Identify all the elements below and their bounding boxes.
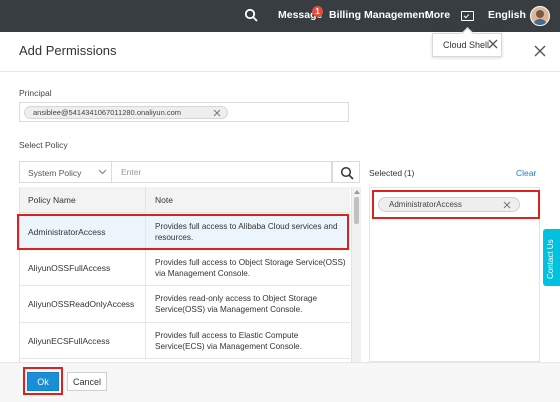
column-divider — [145, 187, 146, 213]
avatar[interactable] — [530, 6, 550, 26]
policy-name: AliyunOSSFullAccess — [28, 263, 111, 273]
principal-label: Principal — [19, 88, 52, 98]
chevron-down-icon — [98, 169, 107, 175]
top-navigation-bar: Message 1 Billing Management More Englis… — [0, 0, 560, 32]
column-divider — [145, 250, 146, 285]
column-divider — [145, 323, 146, 358]
selected-count: (1) — [404, 168, 415, 178]
table-row[interactable]: AliyunOSSFullAccess Provides full access… — [20, 250, 350, 286]
scrollbar-thumb[interactable] — [354, 197, 359, 224]
table-scrollbar[interactable] — [351, 187, 361, 362]
principal-chip-text: ansiblee@5414341067011280.onaliyun.com — [33, 108, 182, 117]
highlight-box-selected-row — [17, 214, 349, 250]
highlight-box-ok-button — [23, 367, 63, 395]
clear-selected-link[interactable]: Clear — [516, 168, 536, 178]
more-menu[interactable]: More — [425, 9, 450, 21]
cloud-shell-tooltip: Cloud Shell — [432, 33, 502, 57]
principal-field[interactable]: ansiblee@5414341067011280.onaliyun.com — [19, 102, 349, 122]
close-icon[interactable] — [487, 38, 499, 50]
policy-note: Provides full access to Elastic Compute … — [155, 331, 302, 351]
policy-type-select[interactable]: System Policy — [19, 161, 112, 183]
column-header-note: Note — [155, 195, 173, 205]
search-button[interactable] — [332, 161, 360, 183]
table-row[interactable]: AliyunECSFullAccess Provides full access… — [20, 323, 350, 359]
table-row[interactable]: AliyunOSSReadOnlyAccess Provides read-on… — [20, 286, 350, 323]
search-icon[interactable] — [244, 8, 258, 22]
policy-note: Provides full access to Object Storage S… — [155, 258, 346, 278]
column-divider — [145, 286, 146, 322]
select-policy-label: Select Policy — [19, 140, 68, 150]
policy-name: AliyunECSFullAccess — [28, 336, 110, 346]
table-header: Policy Name Note — [20, 187, 350, 213]
cloud-shell-tooltip-label: Cloud Shell — [443, 40, 490, 50]
cloud-shell-icon[interactable] — [461, 11, 474, 21]
page-title: Add Permissions — [19, 43, 117, 58]
remove-principal-icon[interactable] — [213, 109, 221, 117]
search-icon — [340, 166, 354, 180]
highlight-box-selected-chip — [372, 190, 540, 219]
policy-type-value: System Policy — [28, 168, 82, 178]
policy-note: Provides read-only access to Object Stor… — [155, 294, 318, 314]
policy-search-input[interactable] — [112, 161, 332, 183]
column-header-policy-name: Policy Name — [28, 195, 76, 205]
policy-name: AliyunOSSReadOnlyAccess — [28, 299, 135, 309]
header-divider — [0, 71, 560, 72]
cancel-button[interactable]: Cancel — [67, 372, 107, 391]
close-panel-icon[interactable] — [534, 45, 546, 57]
contact-us-label: Contact Us — [546, 239, 555, 279]
language-menu[interactable]: English — [488, 9, 526, 21]
billing-management-menu[interactable]: Billing Management — [329, 9, 428, 21]
message-count-badge: 1 — [312, 6, 323, 17]
scroll-up-arrow-icon[interactable] — [354, 190, 360, 194]
contact-us-tab[interactable]: Contact Us — [543, 229, 560, 286]
principal-chip: ansiblee@5414341067011280.onaliyun.com — [24, 106, 228, 119]
selected-label: Selected — [369, 168, 403, 178]
